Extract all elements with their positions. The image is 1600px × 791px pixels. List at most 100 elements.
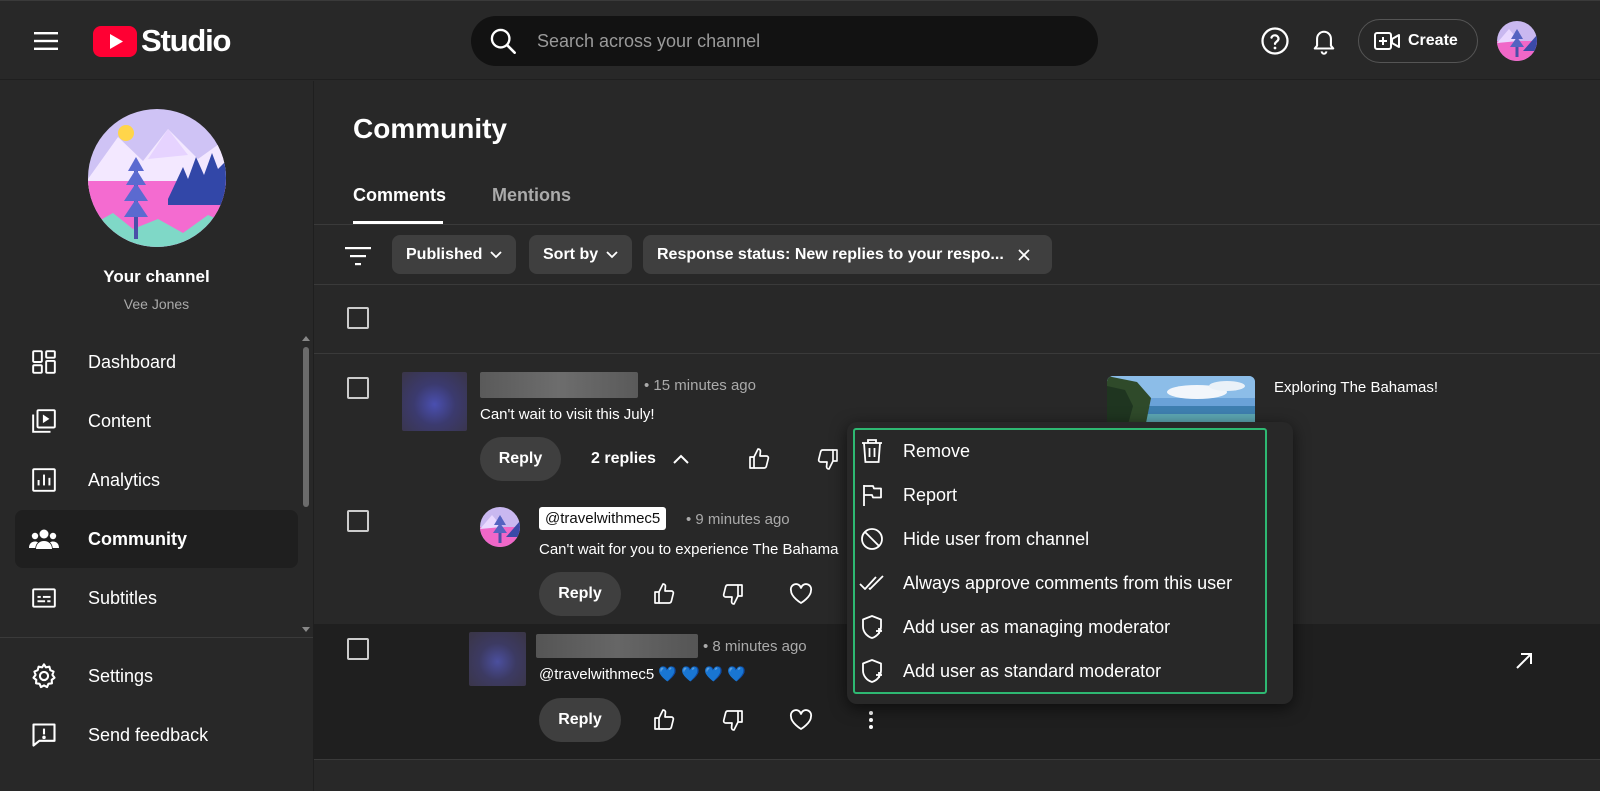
youtube-play-icon (93, 25, 137, 57)
sidebar-item-label: Analytics (88, 469, 161, 490)
comment-checkbox[interactable] (347, 638, 369, 660)
filter-chip-label: Sort by (543, 245, 599, 263)
chevron-up-icon (673, 454, 689, 464)
create-button[interactable]: Create (1358, 19, 1478, 63)
content-icon (29, 406, 59, 436)
studio-logo[interactable]: Studio (93, 23, 231, 59)
scroll-up-arrow[interactable] (302, 336, 310, 341)
reply-author-avatar[interactable] (480, 507, 520, 547)
menu-item-label: Remove (903, 440, 971, 461)
sidebar-item-label: Community (88, 528, 187, 549)
hamburger-menu-icon[interactable] (28, 23, 64, 59)
select-all-checkbox[interactable] (347, 307, 369, 329)
tab-comments[interactable]: Comments (353, 185, 446, 206)
list-bottom-divider (314, 759, 1600, 760)
analytics-icon (29, 465, 59, 495)
sidebar: Your channel Vee Jones Dashboard Content… (0, 81, 314, 791)
sidebar-item-content[interactable]: Content (15, 392, 298, 450)
block-icon (859, 526, 885, 552)
channel-title: Your channel (103, 267, 210, 286)
scroll-down-arrow[interactable] (302, 627, 310, 632)
video-title[interactable]: Exploring The Bahamas! (1274, 379, 1438, 396)
reply-author-name[interactable]: @travelwithmec5 (539, 507, 667, 530)
account-avatar[interactable] (1497, 21, 1537, 61)
comment-checkbox[interactable] (347, 377, 369, 399)
sidebar-item-community[interactable]: Community (15, 510, 298, 568)
filter-chip-label: Published (406, 245, 483, 263)
dislike-icon[interactable] (810, 441, 846, 477)
tab-mentions[interactable]: Mentions (492, 185, 571, 206)
comment-timestamp: • 15 minutes ago (644, 377, 756, 394)
comment-checkbox[interactable] (347, 510, 369, 532)
comment-timestamp: • 8 minutes ago (703, 638, 807, 655)
menu-item-label: Add user as managing moderator (903, 616, 1171, 637)
open-in-new-icon[interactable] (1508, 645, 1540, 677)
menu-item-report[interactable]: Report (859, 473, 1257, 517)
sidebar-item-dashboard[interactable]: Dashboard (15, 333, 298, 391)
comment-text: Can't wait to visit this July! (480, 406, 655, 423)
dashboard-icon (29, 347, 59, 377)
trash-icon (859, 438, 885, 464)
shield-add-icon (859, 658, 885, 684)
tab-divider (314, 224, 1600, 225)
notifications-bell-icon[interactable] (1306, 23, 1342, 59)
more-options-icon[interactable] (853, 702, 889, 738)
filter-chip-label: Response status: New replies to your res… (657, 245, 1004, 263)
replies-label: 2 replies (591, 450, 656, 467)
comment-text: @travelwithmec5 💙 💙 💙 💙 (539, 666, 746, 683)
commenter-avatar[interactable] (469, 632, 526, 686)
menu-item-always-approve[interactable]: Always approve comments from this user (859, 561, 1257, 605)
video-add-icon (1374, 32, 1400, 50)
menu-item-label: Report (903, 484, 958, 505)
flag-icon (859, 482, 885, 508)
menu-item-add-standard-moderator[interactable]: Add user as standard moderator (859, 649, 1257, 693)
sidebar-item-settings[interactable]: Settings (15, 647, 298, 705)
heart-icon[interactable] (783, 702, 819, 738)
top-bar: Studio Create (0, 0, 1600, 80)
search-bar (471, 16, 1098, 66)
dislike-icon[interactable] (715, 576, 751, 612)
reply-button[interactable]: Reply (480, 437, 561, 481)
create-button-label: Create (1408, 32, 1458, 49)
like-icon[interactable] (741, 441, 777, 477)
feedback-icon (29, 720, 59, 750)
menu-item-label: Add user as standard moderator (903, 660, 1162, 681)
sidebar-item-label: Content (88, 410, 152, 431)
menu-item-remove[interactable]: Remove (859, 429, 1257, 473)
video-thumbnail[interactable] (1107, 376, 1255, 428)
sidebar-item-label: Subtitles (88, 587, 158, 608)
menu-item-add-managing-moderator[interactable]: Add user as managing moderator (859, 605, 1257, 649)
filter-chip-response-status[interactable]: Response status: New replies to your res… (643, 235, 1052, 274)
commenter-avatar[interactable] (402, 372, 467, 431)
menu-item-hide-user[interactable]: Hide user from channel (859, 517, 1257, 561)
filter-chip-sort-by[interactable]: Sort by (529, 235, 633, 274)
menu-item-label: Hide user from channel (903, 528, 1090, 549)
filter-chip-published[interactable]: Published (392, 235, 517, 274)
menu-item-label: Always approve comments from this user (903, 572, 1233, 593)
reply-button[interactable]: Reply (539, 572, 621, 616)
sidebar-item-label: Settings (88, 665, 154, 686)
replies-toggle-button[interactable]: 2 replies (591, 450, 690, 468)
header-divider (314, 353, 1600, 354)
channel-name: Vee Jones (123, 296, 190, 312)
channel-avatar[interactable] (88, 109, 226, 247)
sidebar-item-send-feedback[interactable]: Send feedback (15, 706, 298, 764)
heart-icon[interactable] (783, 576, 819, 612)
like-icon[interactable] (646, 576, 682, 612)
shield-add-icon (859, 614, 885, 640)
commenter-name[interactable] (480, 372, 638, 398)
reply-button[interactable]: Reply (539, 698, 621, 742)
close-icon[interactable] (1016, 247, 1032, 263)
sidebar-item-label: Send feedback (88, 724, 209, 745)
help-icon[interactable] (1257, 23, 1293, 59)
like-icon[interactable] (646, 702, 682, 738)
filter-icon[interactable] (343, 241, 373, 271)
dislike-icon[interactable] (715, 702, 751, 738)
commenter-name[interactable] (536, 634, 698, 658)
sidebar-item-subtitles[interactable]: Subtitles (15, 569, 298, 627)
search-input[interactable] (537, 30, 1057, 52)
comment-text: Can't wait for you to experience The Bah… (539, 541, 839, 558)
search-icon[interactable] (489, 27, 517, 55)
sidebar-item-analytics[interactable]: Analytics (15, 451, 298, 509)
sidebar-scrollbar[interactable] (303, 347, 309, 507)
